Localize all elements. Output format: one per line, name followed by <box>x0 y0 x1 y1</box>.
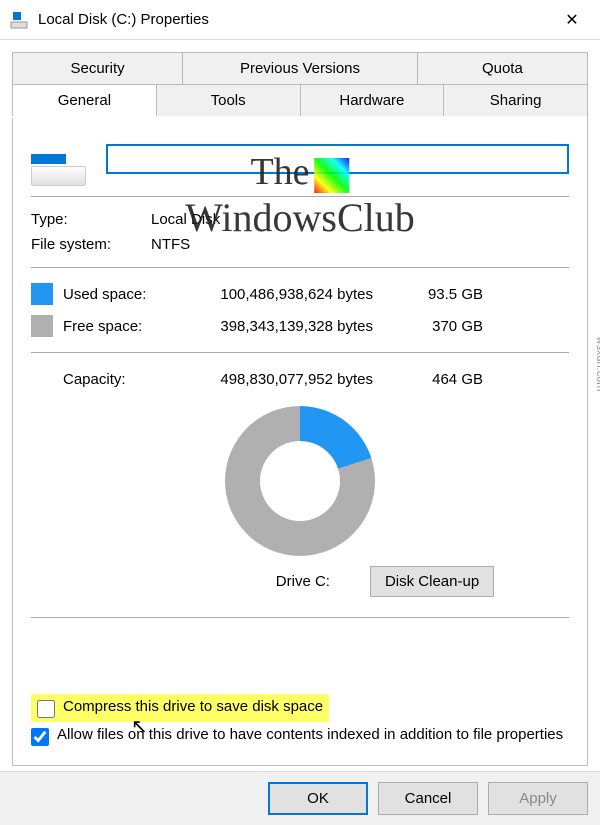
divider <box>31 196 569 197</box>
free-space-gb: 370 GB <box>403 318 483 335</box>
drive-name-input[interactable] <box>106 144 569 174</box>
tab-sharing[interactable]: Sharing <box>443 85 588 116</box>
title-bar: Local Disk (C:) Properties ✕ <box>0 0 600 40</box>
compress-option-row[interactable]: Compress this drive to save disk space ↖ <box>31 694 329 722</box>
capacity-label: Capacity: <box>63 371 193 388</box>
drive-icon <box>31 131 86 186</box>
used-space-label: Used space: <box>63 286 193 303</box>
drive-titlebar-icon <box>8 9 30 31</box>
index-checkbox[interactable] <box>31 728 49 746</box>
tabs-container: Security Previous Versions Quota General… <box>0 40 600 116</box>
free-space-label: Free space: <box>63 318 193 335</box>
used-swatch-icon <box>31 283 53 305</box>
drive-chart-label: Drive C: <box>276 573 330 590</box>
close-button[interactable]: ✕ <box>552 10 592 30</box>
capacity-bytes: 498,830,077,952 bytes <box>193 371 403 388</box>
cancel-button[interactable]: Cancel <box>378 782 478 815</box>
used-space-gb: 93.5 GB <box>403 286 483 303</box>
divider <box>31 617 569 618</box>
window-title: Local Disk (C:) Properties <box>38 11 552 28</box>
tab-tools[interactable]: Tools <box>156 85 301 116</box>
ok-button[interactable]: OK <box>268 782 368 815</box>
cursor-icon: ↖ <box>131 714 148 739</box>
filesystem-label: File system: <box>31 236 151 253</box>
free-space-bytes: 398,343,139,328 bytes <box>193 318 403 335</box>
apply-button[interactable]: Apply <box>488 782 588 815</box>
tab-security[interactable]: Security <box>12 52 183 85</box>
dialog-buttons: OK Cancel Apply <box>0 771 600 825</box>
tab-previous-versions[interactable]: Previous Versions <box>182 52 418 85</box>
filesystem-value: NTFS <box>151 236 569 253</box>
capacity-gb: 464 GB <box>403 371 483 388</box>
index-option-row[interactable]: Allow files on this drive to have conten… <box>31 722 569 750</box>
tab-general[interactable]: General <box>12 85 157 116</box>
side-watermark: wsxdn.com <box>594 336 600 391</box>
type-value: Local Disk <box>151 211 569 228</box>
free-swatch-icon <box>31 315 53 337</box>
disk-usage-pie-chart <box>225 406 375 556</box>
type-label: Type: <box>31 211 151 228</box>
compress-checkbox[interactable] <box>37 700 55 718</box>
disk-cleanup-button[interactable]: Disk Clean-up <box>370 566 494 597</box>
divider <box>31 352 569 353</box>
tab-quota[interactable]: Quota <box>417 52 588 85</box>
compress-label: Compress this drive to save disk space <box>63 698 323 715</box>
options-section: Compress this drive to save disk space ↖… <box>31 694 569 750</box>
used-space-bytes: 100,486,938,624 bytes <box>193 286 403 303</box>
general-panel: Type: Local Disk File system: NTFS Used … <box>12 116 588 766</box>
tab-hardware[interactable]: Hardware <box>300 85 445 116</box>
divider <box>31 267 569 268</box>
